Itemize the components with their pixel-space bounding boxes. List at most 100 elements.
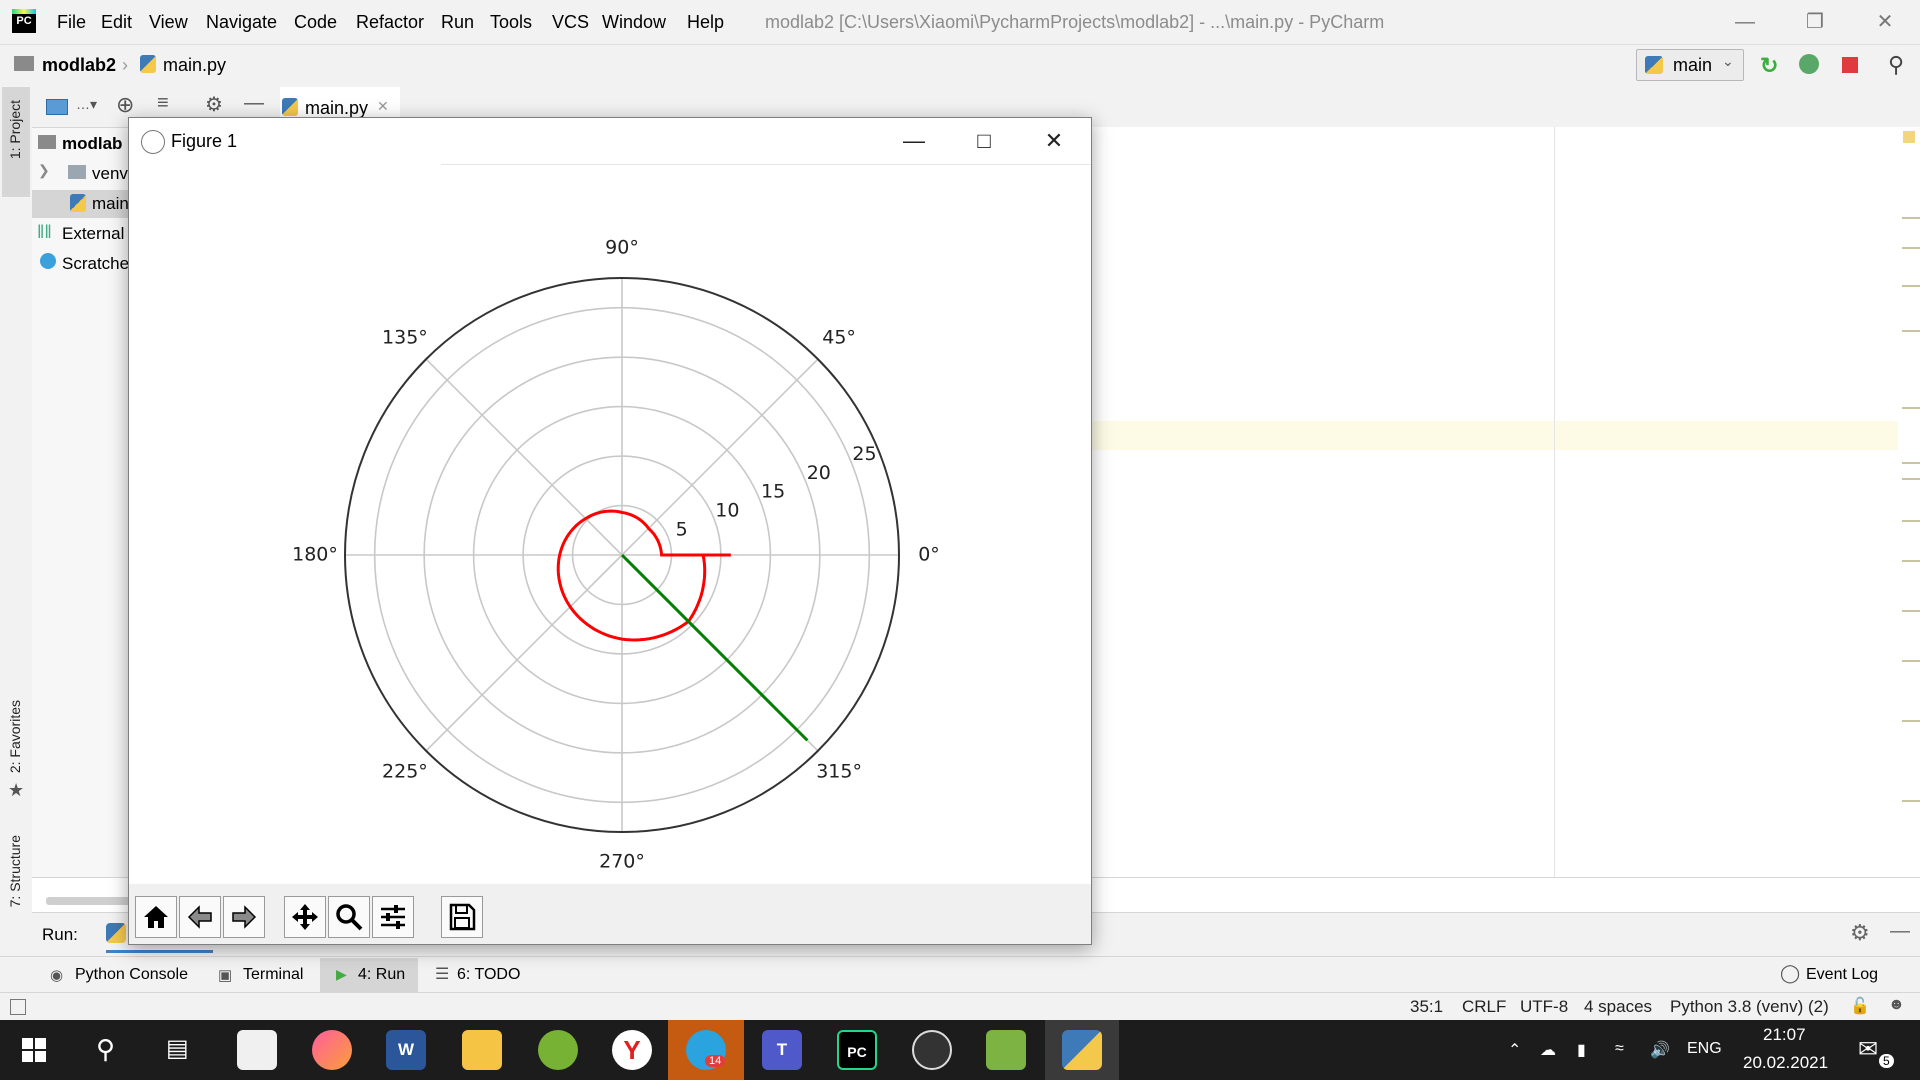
clock-time[interactable]: 21:07 [1763,1025,1806,1045]
menu-edit[interactable]: Edit [101,12,132,33]
python-run-tab-icon[interactable] [106,923,126,943]
menu-vcs[interactable]: VCS [552,12,589,33]
python-taskbar-icon[interactable] [1062,1030,1102,1070]
action-center-icon[interactable]: ✉ [1858,1035,1878,1064]
run-settings-gear-icon[interactable]: ⚙ [1850,920,1870,946]
forward-button[interactable] [223,896,265,938]
onedrive-icon[interactable]: ☁ [1540,1040,1556,1060]
save-button[interactable] [441,896,483,938]
error-stripe-mark[interactable] [1902,660,1920,662]
toggle-tool-windows-icon[interactable] [10,999,26,1015]
teams-icon[interactable]: T [762,1030,802,1070]
error-stripe-mark[interactable] [1902,247,1920,249]
editor-scrollbar[interactable] [1898,127,1920,877]
error-stripe-mark[interactable] [1902,462,1920,464]
inspection-status-icon[interactable] [1903,131,1915,143]
figure-window[interactable]: Figure 1 — □ ✕ 0° 45° 90° 135° 180° 225° 270° 3… [128,117,1092,945]
zoom-button[interactable] [328,896,370,938]
search-icon[interactable]: ⚲ [96,1034,115,1065]
wifi-icon[interactable]: ≈ [1615,1040,1624,1058]
word-icon[interactable]: W [386,1030,426,1070]
menu-help[interactable]: Help [687,12,724,33]
tray-overflow-icon[interactable]: ⌃ [1508,1040,1521,1060]
error-stripe-mark[interactable] [1902,610,1920,612]
figure-close-icon[interactable]: ✕ [1029,124,1079,158]
tab-close-icon[interactable]: ✕ [377,98,389,115]
view-selector-chevron-icon[interactable]: …▾ [76,96,97,113]
breadcrumb-project[interactable]: modlab2 [42,55,116,76]
status-encoding[interactable]: UTF-8 [1520,997,1568,1017]
gear-icon[interactable]: ⚙ [205,92,223,117]
task-view-icon[interactable]: ▤ [166,1034,189,1063]
breadcrumb-file[interactable]: main.py [163,55,226,76]
menu-navigate[interactable]: Navigate [206,12,277,33]
tree-item-main[interactable]: main [92,194,129,214]
debug-bug-icon[interactable] [1799,54,1819,74]
inspector-icon[interactable]: ☻ [1888,996,1905,1014]
windows-start-icon[interactable] [22,1038,46,1062]
menu-refactor[interactable]: Refactor [356,12,424,33]
restore-icon[interactable]: ❐ [1795,6,1835,38]
status-caret-position[interactable]: 35:1 [1410,997,1443,1017]
code-editor[interactable] [1090,127,1920,877]
volume-icon[interactable]: 🔊 [1650,1040,1670,1060]
tree-item-scratches[interactable]: Scratche [62,254,129,274]
error-stripe-mark[interactable] [1902,330,1920,332]
tree-item-root[interactable]: modlab [62,134,122,154]
status-indent[interactable]: 4 spaces [1584,997,1652,1017]
run-panel-hide-icon[interactable]: — [1890,920,1910,943]
lock-icon[interactable]: 🔓 [1850,996,1870,1016]
figure-title-bar[interactable] [129,118,1091,164]
clock-date[interactable]: 20.02.2021 [1743,1053,1828,1073]
tool-event-log[interactable]: Event Log [1806,966,1878,984]
error-stripe-mark[interactable] [1902,560,1920,562]
utorrent-icon[interactable] [538,1030,578,1070]
polar-plot-canvas[interactable]: 0° 45° 90° 135° 180° 225° 270° 315° 5 10 15 20 25 [129,164,1091,884]
minimize-icon[interactable]: — [1725,6,1765,38]
tree-item-venv[interactable]: venv [92,164,128,184]
configure-subplots-button[interactable] [372,896,414,938]
menu-run[interactable]: Run [441,12,474,33]
locate-icon[interactable]: ⊕ [116,92,134,118]
home-button[interactable] [135,896,177,938]
yandex-browser-icon[interactable]: Y [612,1030,652,1070]
tab-project[interactable]: 1: Project [7,100,23,159]
error-stripe-mark[interactable] [1902,285,1920,287]
itunes-icon[interactable] [312,1030,352,1070]
tree-item-external[interactable]: External [62,224,124,244]
rerun-icon[interactable]: ↻ [1760,53,1778,79]
error-stripe-mark[interactable] [1902,800,1920,802]
tool-terminal[interactable]: Terminal [243,966,303,984]
menu-file[interactable]: File [57,12,86,33]
menu-window[interactable]: Window [602,12,666,33]
pan-button[interactable] [284,896,326,938]
back-button[interactable] [179,896,221,938]
store-icon[interactable] [237,1030,277,1070]
file-explorer-icon[interactable] [462,1030,502,1070]
language-indicator[interactable]: ENG [1687,1040,1722,1058]
status-interpreter[interactable]: Python 3.8 (venv) (2) [1670,997,1829,1017]
pycharm-taskbar-icon[interactable]: PC [837,1030,877,1070]
tool-todo[interactable]: 6: TODO [457,966,520,984]
obs-icon[interactable] [912,1030,952,1070]
error-stripe-mark[interactable] [1902,407,1920,409]
tool-run[interactable]: 4: Run [358,966,405,984]
hide-panel-icon[interactable]: — [244,92,264,115]
chevron-right-icon[interactable]: ❯ [38,162,50,179]
menu-code[interactable]: Code [294,12,337,33]
menu-tools[interactable]: Tools [490,12,532,33]
status-line-separator[interactable]: CRLF [1462,997,1506,1017]
search-icon[interactable]: ⚲ [1888,52,1904,78]
image-editor-icon[interactable] [986,1030,1026,1070]
figure-maximize-icon[interactable]: □ [959,124,1009,158]
close-icon[interactable]: ✕ [1865,6,1905,38]
battery-icon[interactable]: ▮ [1577,1040,1586,1060]
tool-python-console[interactable]: Python Console [75,966,188,984]
error-stripe-mark[interactable] [1902,217,1920,219]
tab-favorites[interactable]: 2: Favorites [7,700,23,773]
menu-view[interactable]: View [149,12,188,33]
error-stripe-mark[interactable] [1902,478,1920,480]
collapse-all-icon[interactable]: ≡ [157,92,169,115]
error-stripe-mark[interactable] [1902,520,1920,522]
stop-icon[interactable] [1842,57,1858,73]
